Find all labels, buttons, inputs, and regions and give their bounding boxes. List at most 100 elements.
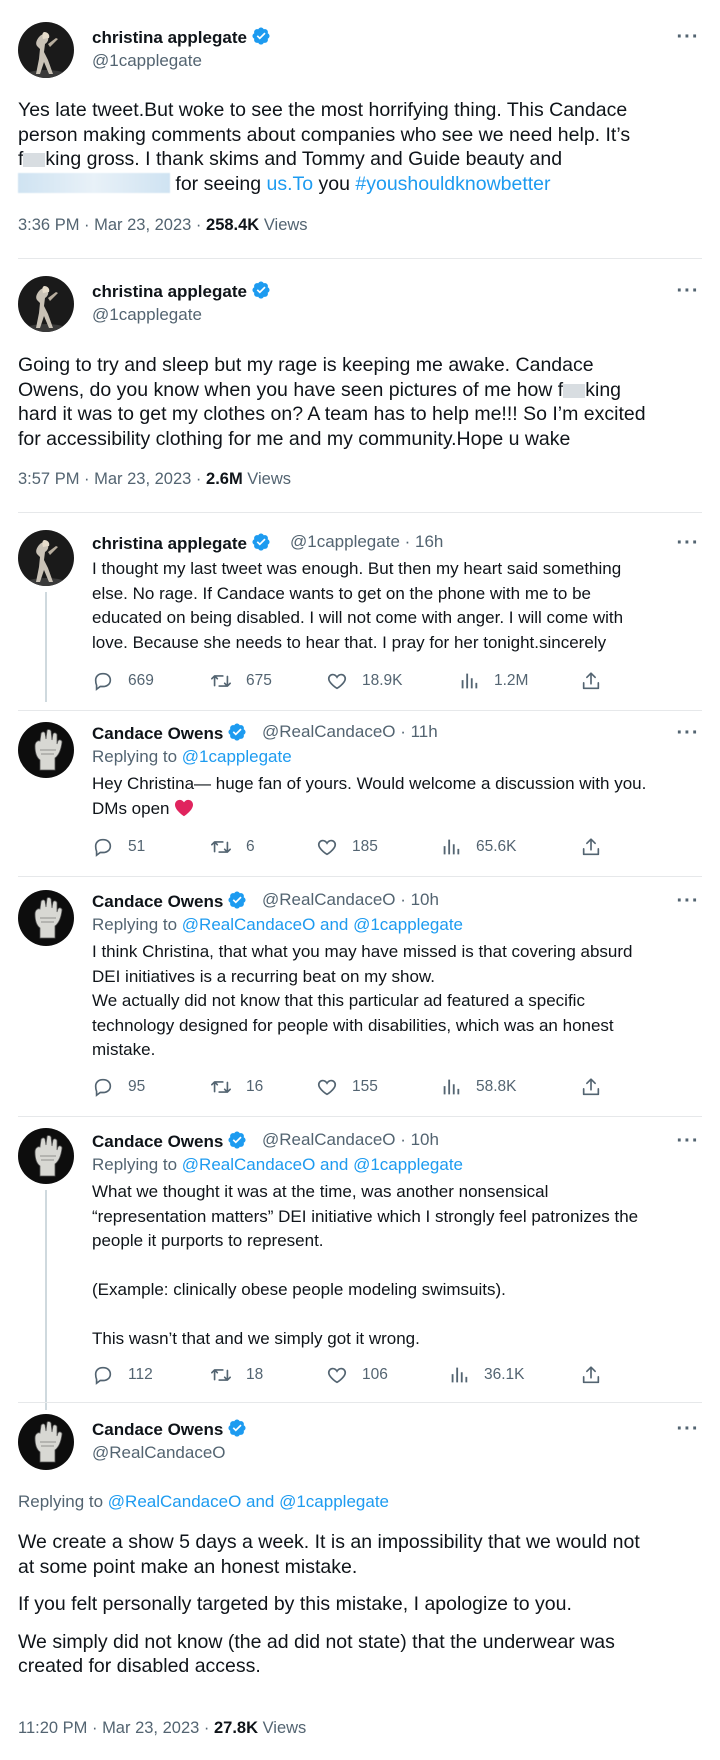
- divider: [18, 876, 702, 877]
- author-name[interactable]: Candace Owens: [92, 722, 247, 744]
- author-handle[interactable]: @1capplegate: [92, 51, 202, 71]
- retweet-button[interactable]: 16: [210, 1076, 263, 1098]
- divider: [18, 710, 702, 711]
- verified-badge-icon: [251, 532, 271, 552]
- share-button[interactable]: [580, 670, 616, 692]
- views-count: 2.6M: [206, 470, 243, 488]
- views-button[interactable]: 36.1K: [448, 1364, 525, 1386]
- verified-badge-icon: [227, 1130, 247, 1150]
- tweet-meta: 11:20 PM · Mar 23, 2023 · 27.8K Views: [18, 1719, 307, 1737]
- author-handle[interactable]: @1capplegate: [92, 305, 202, 325]
- mention-link[interactable]: @RealCandaceO and @1capplegate: [108, 1492, 389, 1511]
- avatar[interactable]: [18, 722, 74, 778]
- redacted-blur: [18, 172, 170, 193]
- tweet-meta: 3:57 PM · Mar 23, 2023 · 2.6M Views: [18, 470, 292, 488]
- views-button[interactable]: 65.6K: [440, 836, 517, 858]
- redacted-blur: [563, 383, 586, 398]
- retweet-icon: [210, 670, 232, 692]
- author-name[interactable]: christina applegate: [92, 26, 271, 48]
- views-count: 27.8K: [213, 1719, 258, 1737]
- reply-button[interactable]: 51: [92, 836, 145, 858]
- like-button[interactable]: 185: [316, 836, 378, 858]
- replying-to: Replying to @RealCandaceO and @1capplega…: [92, 915, 463, 934]
- tweet-timestamp[interactable]: 3:57 PM · Mar 23, 2023 ·: [18, 470, 201, 488]
- tweet-text: I think Christina, that what you may hav…: [92, 942, 633, 1059]
- reply-button[interactable]: 95: [92, 1076, 145, 1098]
- more-dots-icon[interactable]: ···: [676, 27, 700, 54]
- reply-icon: [92, 1364, 114, 1386]
- share-button[interactable]: [580, 1364, 616, 1386]
- reply-button[interactable]: 669: [92, 670, 154, 692]
- author-name[interactable]: christina applegate: [92, 532, 271, 554]
- share-icon: [580, 1364, 602, 1386]
- views-button[interactable]: 1.2M: [458, 670, 528, 692]
- author-handle[interactable]: @RealCandaceO: [92, 1443, 226, 1463]
- retweet-icon: [210, 1364, 232, 1386]
- redacted-blur: [23, 153, 46, 167]
- views-count: 258.4K: [206, 216, 260, 234]
- tweet-text: We create a show 5 days a week. It is an…: [18, 1531, 640, 1677]
- retweet-button[interactable]: 6: [210, 836, 255, 858]
- more-dots-icon[interactable]: ···: [676, 1419, 700, 1446]
- share-button[interactable]: [580, 836, 616, 858]
- share-icon: [580, 836, 602, 858]
- tweet-link[interactable]: us.To: [266, 173, 313, 195]
- author-name[interactable]: Candace Owens: [92, 890, 247, 912]
- like-button[interactable]: 18.9K: [326, 670, 403, 692]
- avatar[interactable]: [18, 530, 74, 586]
- divider: [18, 1116, 702, 1117]
- verified-badge-icon: [251, 280, 271, 300]
- avatar[interactable]: [18, 22, 74, 78]
- mention-link[interactable]: @1capplegate: [182, 747, 292, 766]
- avatar[interactable]: [18, 1128, 74, 1184]
- tweet-meta: 3:36 PM · Mar 23, 2023 · 258.4K Views: [18, 216, 308, 234]
- more-dots-icon[interactable]: ···: [676, 281, 700, 308]
- author-handle[interactable]: @RealCandaceO · 10h: [262, 1130, 439, 1150]
- tweet-text: What we thought it was at the time, was …: [92, 1182, 639, 1348]
- tweet-timestamp[interactable]: 11:20 PM · Mar 23, 2023 ·: [18, 1719, 209, 1737]
- tweet-text: Hey Christina— huge fan of yours. Would …: [92, 774, 647, 818]
- verified-badge-icon: [227, 1418, 247, 1438]
- reply-icon: [92, 836, 114, 858]
- author-name[interactable]: Candace Owens: [92, 1130, 247, 1152]
- author-handle[interactable]: @RealCandaceO · 10h: [262, 890, 439, 910]
- share-button[interactable]: [580, 1076, 616, 1098]
- share-icon: [580, 1076, 602, 1098]
- verified-badge-icon: [251, 26, 271, 46]
- red-heart-emoji: [175, 799, 194, 816]
- divider: [18, 512, 702, 513]
- more-dots-icon[interactable]: ···: [676, 723, 700, 750]
- author-name[interactable]: Candace Owens: [92, 1418, 247, 1440]
- replying-to: Replying to @RealCandaceO and @1capplega…: [18, 1492, 389, 1511]
- views-button[interactable]: 58.8K: [440, 1076, 517, 1098]
- avatar[interactable]: [18, 276, 74, 332]
- retweet-icon: [210, 1076, 232, 1098]
- mention-link[interactable]: @RealCandaceO and @1capplegate: [182, 1155, 463, 1174]
- author-name[interactable]: christina applegate: [92, 280, 271, 302]
- avatar[interactable]: [18, 890, 74, 946]
- reply-button[interactable]: 112: [92, 1364, 153, 1386]
- hashtag-link[interactable]: #youshouldknowbetter: [355, 173, 550, 195]
- retweet-button[interactable]: 675: [210, 670, 272, 692]
- author-handle[interactable]: @RealCandaceO · 11h: [262, 722, 438, 742]
- avatar[interactable]: [18, 1414, 74, 1470]
- tweet-text: Yes late tweet.But woke to see the most …: [18, 99, 631, 195]
- more-dots-icon[interactable]: ···: [676, 891, 700, 918]
- more-dots-icon[interactable]: ···: [676, 1131, 700, 1158]
- author-handle[interactable]: @1capplegate · 16h: [290, 532, 443, 552]
- verified-badge-icon: [227, 890, 247, 910]
- tweet-text: Going to try and sleep but my rage is ke…: [18, 354, 646, 450]
- like-button[interactable]: 106: [326, 1364, 388, 1386]
- views-chart-icon: [440, 1076, 462, 1098]
- tweet-timestamp[interactable]: 3:36 PM · Mar 23, 2023 ·: [18, 216, 201, 234]
- verified-badge-icon: [227, 722, 247, 742]
- thread-connector: [45, 1190, 47, 1410]
- heart-icon: [326, 670, 348, 692]
- replying-to: Replying to @RealCandaceO and @1capplega…: [92, 1155, 463, 1174]
- reply-icon: [92, 670, 114, 692]
- views-chart-icon: [448, 1364, 470, 1386]
- mention-link[interactable]: @RealCandaceO and @1capplegate: [182, 915, 463, 934]
- views-chart-icon: [458, 670, 480, 692]
- like-button[interactable]: 155: [316, 1076, 378, 1098]
- retweet-button[interactable]: 18: [210, 1364, 263, 1386]
